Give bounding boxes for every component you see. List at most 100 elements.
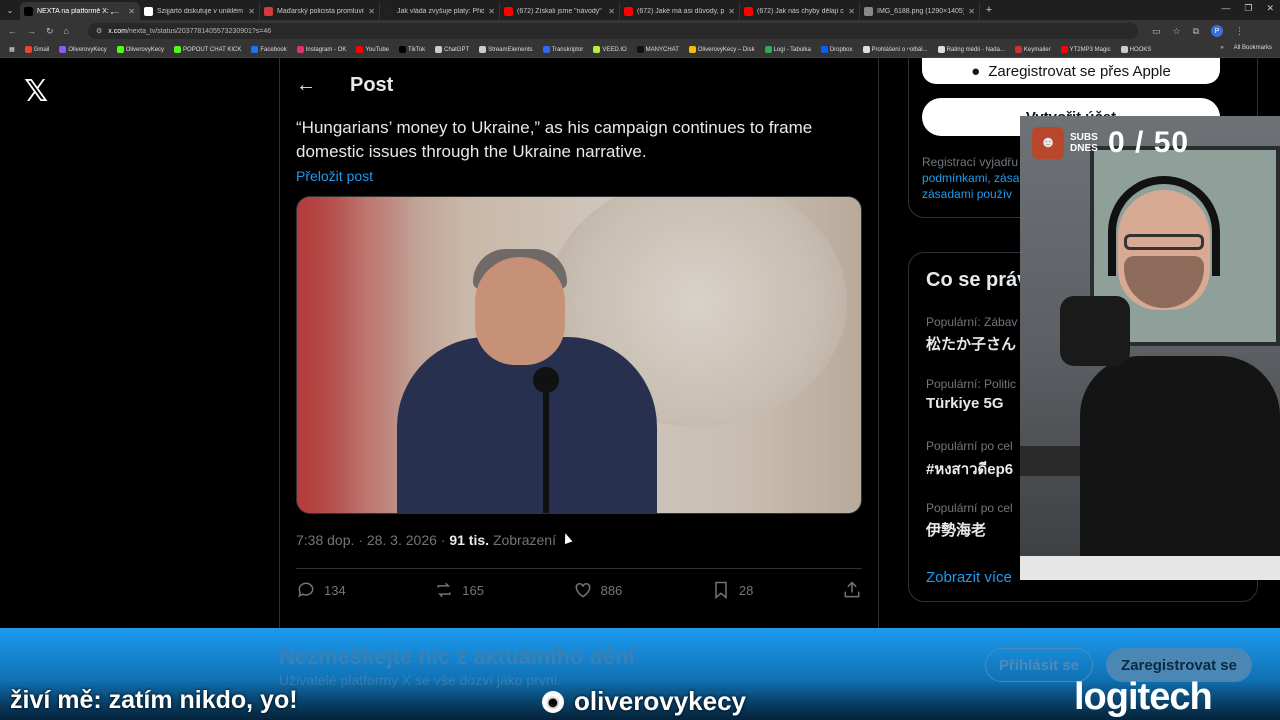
browser-tab[interactable]: (672) Získali jsme "návody" na ✕ — [500, 2, 620, 20]
bookmark-item[interactable]: StreamElements — [474, 46, 537, 53]
extensions-icon[interactable]: ⧉ — [1193, 26, 1199, 37]
browser-tab[interactable]: (672) Jak nás chyby dělají chytř ✕ — [740, 2, 860, 20]
post-video[interactable] — [296, 196, 862, 514]
speaker-head — [475, 257, 565, 365]
bookmark-item[interactable]: OliverovyKecy – Disk — [684, 46, 760, 53]
tab-close-icon[interactable]: ✕ — [848, 7, 855, 16]
like-button[interactable]: 886 — [573, 580, 623, 600]
tab-close-icon[interactable]: ✕ — [968, 7, 975, 16]
browser-tab[interactable]: NEXTA na platformě X: „... ✕ — [20, 2, 140, 20]
forward-icon[interactable]: → — [27, 26, 36, 37]
tab-close-icon[interactable]: ✕ — [248, 7, 255, 16]
counter-label-2: DNES — [1070, 143, 1098, 154]
bookmark-label: VEED.IO — [602, 46, 627, 53]
browser-tab-bar: ⌄ NEXTA na platformě X: „... ✕ Szijjártó d… — [0, 0, 1280, 20]
browser-tab[interactable]: IMG_6188.png (1290×1405) ✕ — [860, 2, 980, 20]
trend-category: Populární: Zábav — [926, 315, 1018, 329]
profile-avatar[interactable]: P — [1211, 25, 1224, 37]
apps-icon[interactable]: ▦ — [4, 46, 20, 53]
tab-title: Maďarský policista promluvil o — [277, 7, 365, 15]
divider — [296, 568, 862, 569]
view-count: 91 tis. — [449, 532, 490, 548]
bookmark-label: Transkriptor — [551, 46, 584, 53]
terms-link[interactable]: podmínkami, zása — [922, 171, 1019, 185]
bookmark-item[interactable]: OliverovyKecy — [112, 46, 169, 53]
back-arrow-icon[interactable]: ← — [296, 74, 316, 97]
bookmark-item[interactable]: Gmail — [20, 46, 55, 53]
show-more-link[interactable]: Zobrazit více — [926, 569, 1012, 586]
apple-signup-label: Zaregistrovat se přes Apple — [988, 62, 1171, 80]
cast-icon[interactable]: ▭ — [1152, 26, 1161, 37]
handle-text: oliverovykecy — [574, 686, 747, 716]
trend-item[interactable]: Populární po cel #หงสาวดีep6 — [926, 439, 1013, 481]
post-timestamp[interactable]: 7:38 dop. · 28. 3. 2026 · — [296, 532, 449, 548]
tab-list: NEXTA na platformě X: „... ✕ Szijjártó dis… — [20, 0, 980, 20]
reload-icon[interactable]: ↻ — [46, 26, 54, 37]
trend-item[interactable]: Populární: Politic Türkiye 5G — [926, 377, 1016, 412]
reply-count: 134 — [324, 582, 346, 598]
tab-close-icon[interactable]: ✕ — [128, 7, 135, 16]
bookmark-item[interactable]: Transkriptor — [538, 46, 589, 53]
new-tab-button[interactable]: + — [980, 4, 998, 16]
tab-close-icon[interactable]: ✕ — [608, 7, 615, 16]
bookmark-favicon-icon — [116, 46, 124, 53]
post-actions: 134 165 886 28 — [296, 580, 862, 600]
bookmark-item[interactable]: Dropbox — [816, 46, 858, 53]
bookmark-item[interactable]: ChatGPT — [430, 46, 474, 53]
bookmark-item[interactable]: Logi - Tabulka — [760, 46, 816, 53]
bookmark-item[interactable]: TikTok — [394, 46, 430, 53]
star-icon[interactable]: ☆ — [1173, 26, 1181, 37]
repost-button[interactable]: 165 — [434, 580, 484, 600]
tab-close-icon[interactable]: ✕ — [728, 7, 735, 16]
privacy-link[interactable]: zásadami použív — [922, 187, 1012, 201]
share-button[interactable] — [842, 580, 862, 600]
browser-tab[interactable]: (672) Jaké má asi důvody, proč✕ — [620, 2, 740, 20]
bookmark-count: 28 — [738, 582, 754, 598]
bookmark-favicon-icon — [174, 46, 182, 53]
bookmark-item[interactable]: Facebook — [246, 46, 291, 53]
home-icon[interactable]: ⌂ — [64, 26, 69, 37]
url-path: /nexta_tv/status/2037781405573230901?s=4… — [126, 27, 272, 35]
banner-title: Nezmeškejte nic z aktuálního dění — [279, 644, 635, 669]
bookmark-label: OliverovyKecy – Disk — [697, 46, 755, 53]
tab-close-icon[interactable]: ✕ — [488, 7, 495, 16]
apple-signup-button[interactable]: ● Zaregistrovat se přes Apple — [922, 58, 1220, 84]
bookmark-item[interactable]: Instagram - OK — [292, 46, 352, 53]
trend-category: Populární po cel — [926, 439, 1013, 453]
trend-item[interactable]: Populární po cel 伊勢海老 — [926, 501, 1013, 540]
bookmark-favicon-icon — [435, 46, 443, 53]
browser-tab[interactable]: Jak vláda zvyšuje platy: Přidá li ✕ — [380, 2, 500, 20]
bookmark-favicon-icon — [862, 46, 870, 53]
tab-close-icon[interactable]: ✕ — [368, 7, 375, 16]
webcam-overlay: ☻ SUBS DNES 0 / 50 — [1020, 116, 1280, 580]
bookmark-label: Facebook — [260, 46, 287, 53]
reply-button[interactable]: 134 — [296, 580, 346, 600]
trends-title: Co se práv — [926, 269, 1029, 291]
x-logo-icon[interactable]: 𝕏 — [24, 74, 48, 109]
url-field[interactable]: ⚙ x.com/nexta_tv/status/2037781405573230… — [88, 23, 1138, 39]
url-host: x.com — [108, 27, 127, 35]
bookmark-item[interactable]: VEED.IO — [588, 46, 631, 53]
translate-post-link[interactable]: Přeložit post — [296, 168, 373, 184]
close-window-icon[interactable]: ✕ — [1266, 3, 1274, 14]
minimize-icon[interactable]: — — [1221, 3, 1230, 14]
bookmark-item[interactable]: POPOUT CHAT KICK — [169, 46, 246, 53]
bookmark-item[interactable]: OliverovyKecy — [54, 46, 111, 53]
tab-favicon-icon — [24, 6, 33, 16]
site-info-icon[interactable]: ⚙ — [96, 27, 102, 35]
menu-icon[interactable]: ⋮ — [1235, 26, 1244, 37]
bookmark-item[interactable]: MANYCHAT — [632, 46, 684, 53]
back-icon[interactable]: ← — [8, 26, 17, 37]
bookmark-label: Instagram - OK — [305, 46, 347, 53]
browser-tab[interactable]: Maďarský policista promluvil o ✕ — [260, 2, 380, 20]
mascot-icon: ☻ — [1032, 127, 1064, 159]
tab-search-icon[interactable]: ⌄ — [0, 0, 20, 20]
nav-buttons: ← → ↻ ⌂ — [0, 26, 88, 37]
like-count: 886 — [600, 582, 623, 598]
bookmark-button[interactable]: 28 — [711, 580, 753, 600]
browser-tab[interactable]: Szijjártó diskutuje v uniklém ro ✕ — [140, 2, 260, 20]
maximize-icon[interactable]: ❐ — [1244, 3, 1252, 14]
share-icon — [844, 581, 860, 598]
trend-item[interactable]: Populární: Zábav 松たか子さん — [926, 315, 1017, 354]
bookmark-item[interactable]: YouTube — [351, 46, 394, 53]
